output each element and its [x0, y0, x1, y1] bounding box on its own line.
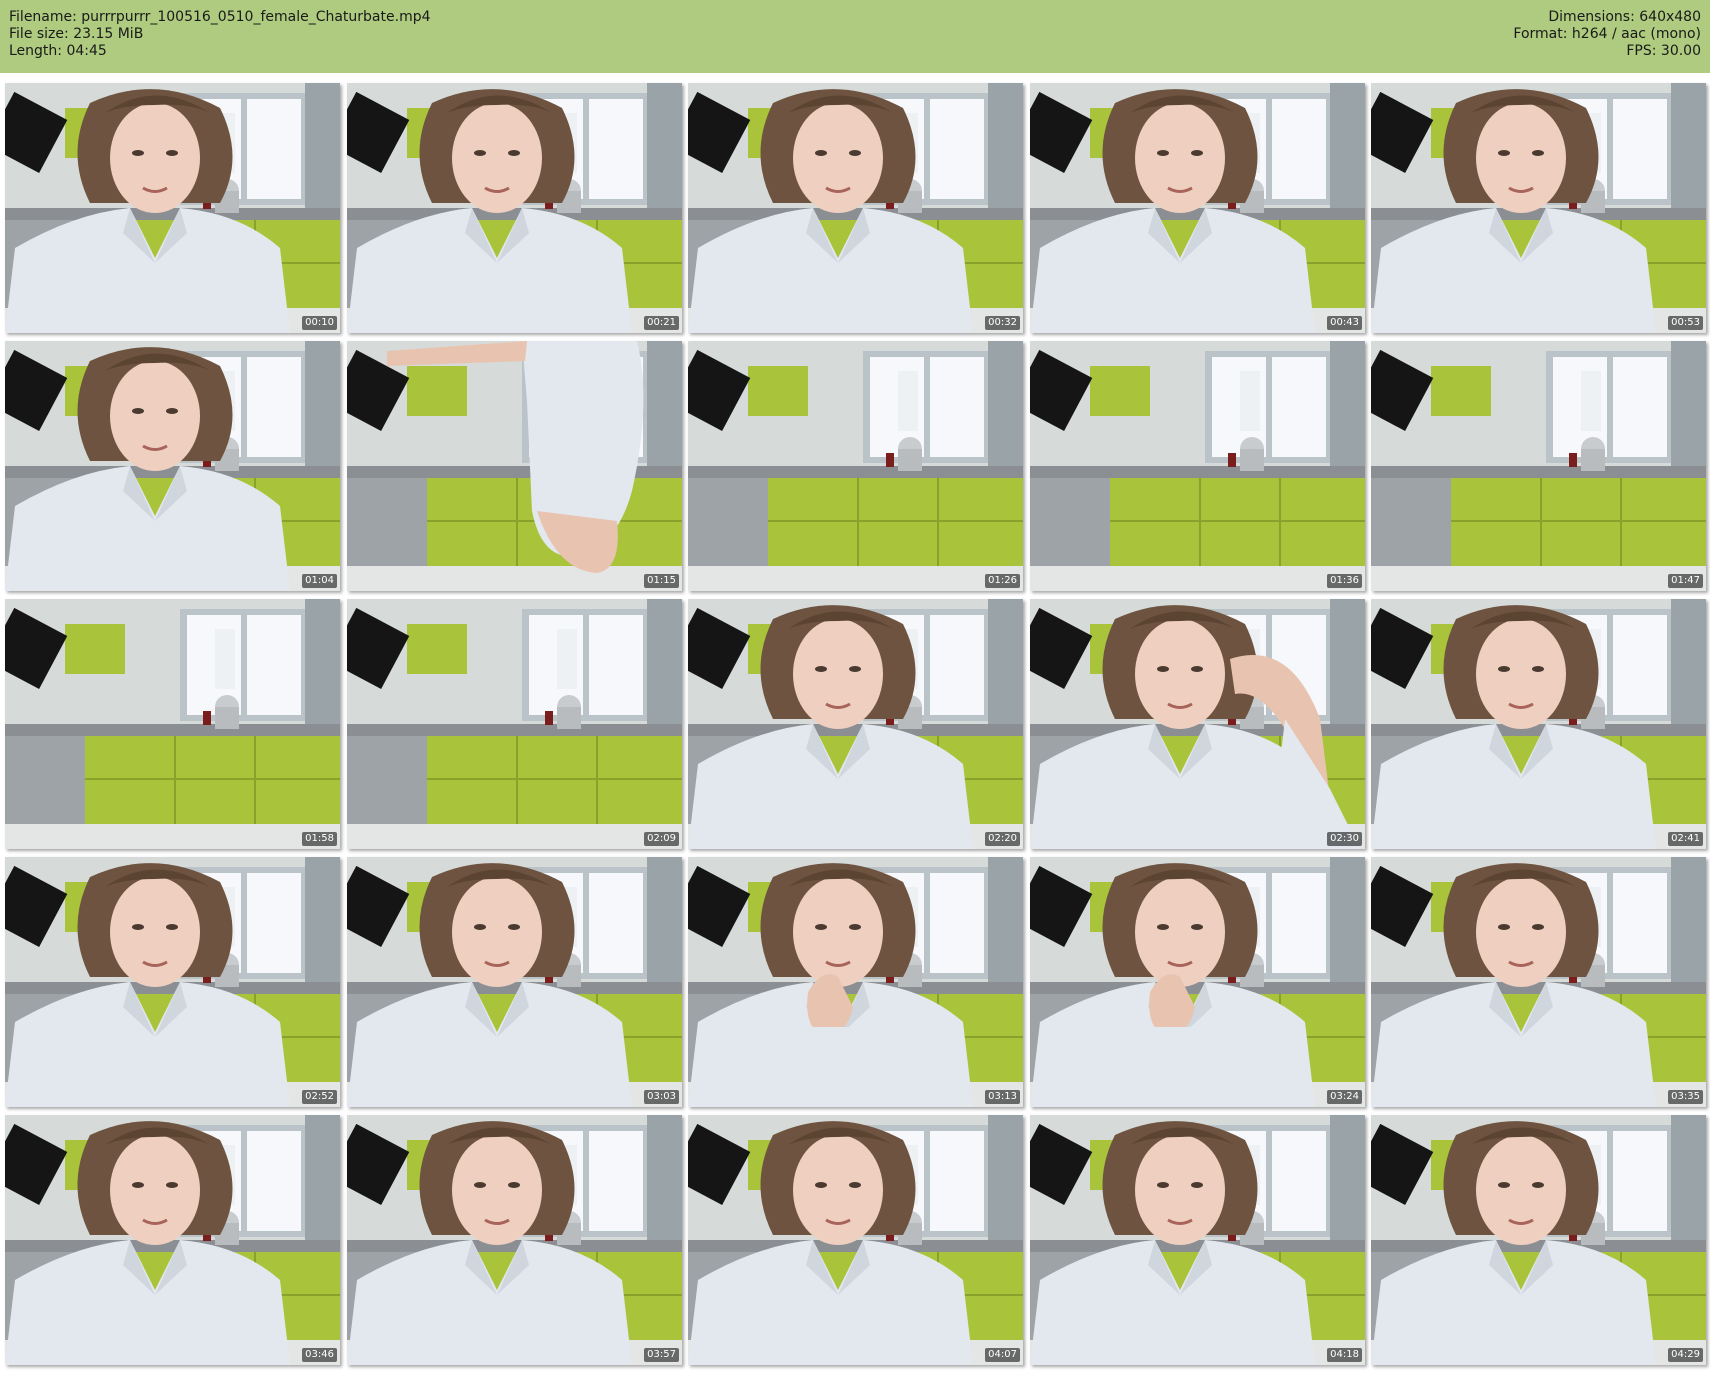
frame-image: [1371, 83, 1706, 333]
frame-image: [5, 83, 340, 333]
timestamp-label: 00:43: [1327, 316, 1362, 330]
timestamp-label: 01:47: [1668, 574, 1703, 588]
thumbnail-frame: 02:41: [1371, 599, 1706, 849]
thumbnail-frame: 01:58: [5, 599, 340, 849]
timestamp-label: 01:26: [985, 574, 1020, 588]
frame-image: [1030, 83, 1365, 333]
timestamp-label: 00:10: [302, 316, 337, 330]
frame-image: [1371, 341, 1706, 591]
timestamp-label: 03:13: [985, 1090, 1020, 1104]
frame-image: [1371, 1115, 1706, 1365]
thumbnail-grid: 00:10 00:21 00:32 00:43 00:53 01:04 01:1…: [0, 0, 1710, 1373]
timestamp-label: 02:30: [1327, 832, 1362, 846]
thumbnail-frame: 03:35: [1371, 857, 1706, 1107]
thumbnail-frame: 01:26: [688, 341, 1023, 591]
thumbnail-frame: 04:18: [1030, 1115, 1365, 1365]
frame-image: [1030, 599, 1365, 849]
thumbnail-frame: 04:07: [688, 1115, 1023, 1365]
frame-image: [347, 341, 682, 591]
timestamp-label: 03:46: [302, 1348, 337, 1362]
thumbnail-frame: 00:21: [347, 83, 682, 333]
timestamp-label: 03:35: [1668, 1090, 1703, 1104]
frame-image: [347, 857, 682, 1107]
thumbnail-frame: 03:24: [1030, 857, 1365, 1107]
timestamp-label: 02:41: [1668, 832, 1703, 846]
timestamp-label: 01:36: [1327, 574, 1362, 588]
thumbnail-frame: 00:10: [5, 83, 340, 333]
frame-image: [1371, 599, 1706, 849]
timestamp-label: 02:09: [644, 832, 679, 846]
frame-image: [347, 1115, 682, 1365]
frame-image: [1030, 857, 1365, 1107]
frame-image: [5, 341, 340, 591]
frame-image: [1030, 341, 1365, 591]
timestamp-label: 02:20: [985, 832, 1020, 846]
timestamp-label: 00:53: [1668, 316, 1703, 330]
timestamp-label: 03:03: [644, 1090, 679, 1104]
thumbnail-frame: 03:46: [5, 1115, 340, 1365]
thumbnail-frame: 03:57: [347, 1115, 682, 1365]
frame-image: [688, 857, 1023, 1107]
timestamp-label: 01:58: [302, 832, 337, 846]
frame-image: [347, 599, 682, 849]
timestamp-label: 00:32: [985, 316, 1020, 330]
timestamp-label: 01:04: [302, 574, 337, 588]
thumbnail-frame: 04:29: [1371, 1115, 1706, 1365]
thumbnail-frame: 01:15: [347, 341, 682, 591]
timestamp-label: 03:57: [644, 1348, 679, 1362]
timestamp-label: 02:52: [302, 1090, 337, 1104]
thumbnail-frame: 00:43: [1030, 83, 1365, 333]
frame-image: [5, 857, 340, 1107]
timestamp-label: 04:18: [1327, 1348, 1362, 1362]
frame-image: [347, 83, 682, 333]
frame-image: [5, 1115, 340, 1365]
thumbnail-frame: 01:36: [1030, 341, 1365, 591]
frame-image: [688, 341, 1023, 591]
frame-image: [688, 1115, 1023, 1365]
thumbnail-frame: 02:52: [5, 857, 340, 1107]
frame-image: [5, 599, 340, 849]
thumbnail-frame: 02:09: [347, 599, 682, 849]
frame-image: [1030, 1115, 1365, 1365]
timestamp-label: 04:29: [1668, 1348, 1703, 1362]
frame-image: [1371, 857, 1706, 1107]
thumbnail-frame: 03:13: [688, 857, 1023, 1107]
thumbnail-frame: 00:53: [1371, 83, 1706, 333]
thumbnail-frame: 01:04: [5, 341, 340, 591]
thumbnail-frame: 01:47: [1371, 341, 1706, 591]
thumbnail-frame: 02:20: [688, 599, 1023, 849]
timestamp-label: 03:24: [1327, 1090, 1362, 1104]
timestamp-label: 00:21: [644, 316, 679, 330]
timestamp-label: 01:15: [644, 574, 679, 588]
timestamp-label: 04:07: [985, 1348, 1020, 1362]
thumbnail-frame: 00:32: [688, 83, 1023, 333]
frame-image: [688, 83, 1023, 333]
frame-image: [688, 599, 1023, 849]
thumbnail-frame: 02:30: [1030, 599, 1365, 849]
thumbnail-frame: 03:03: [347, 857, 682, 1107]
